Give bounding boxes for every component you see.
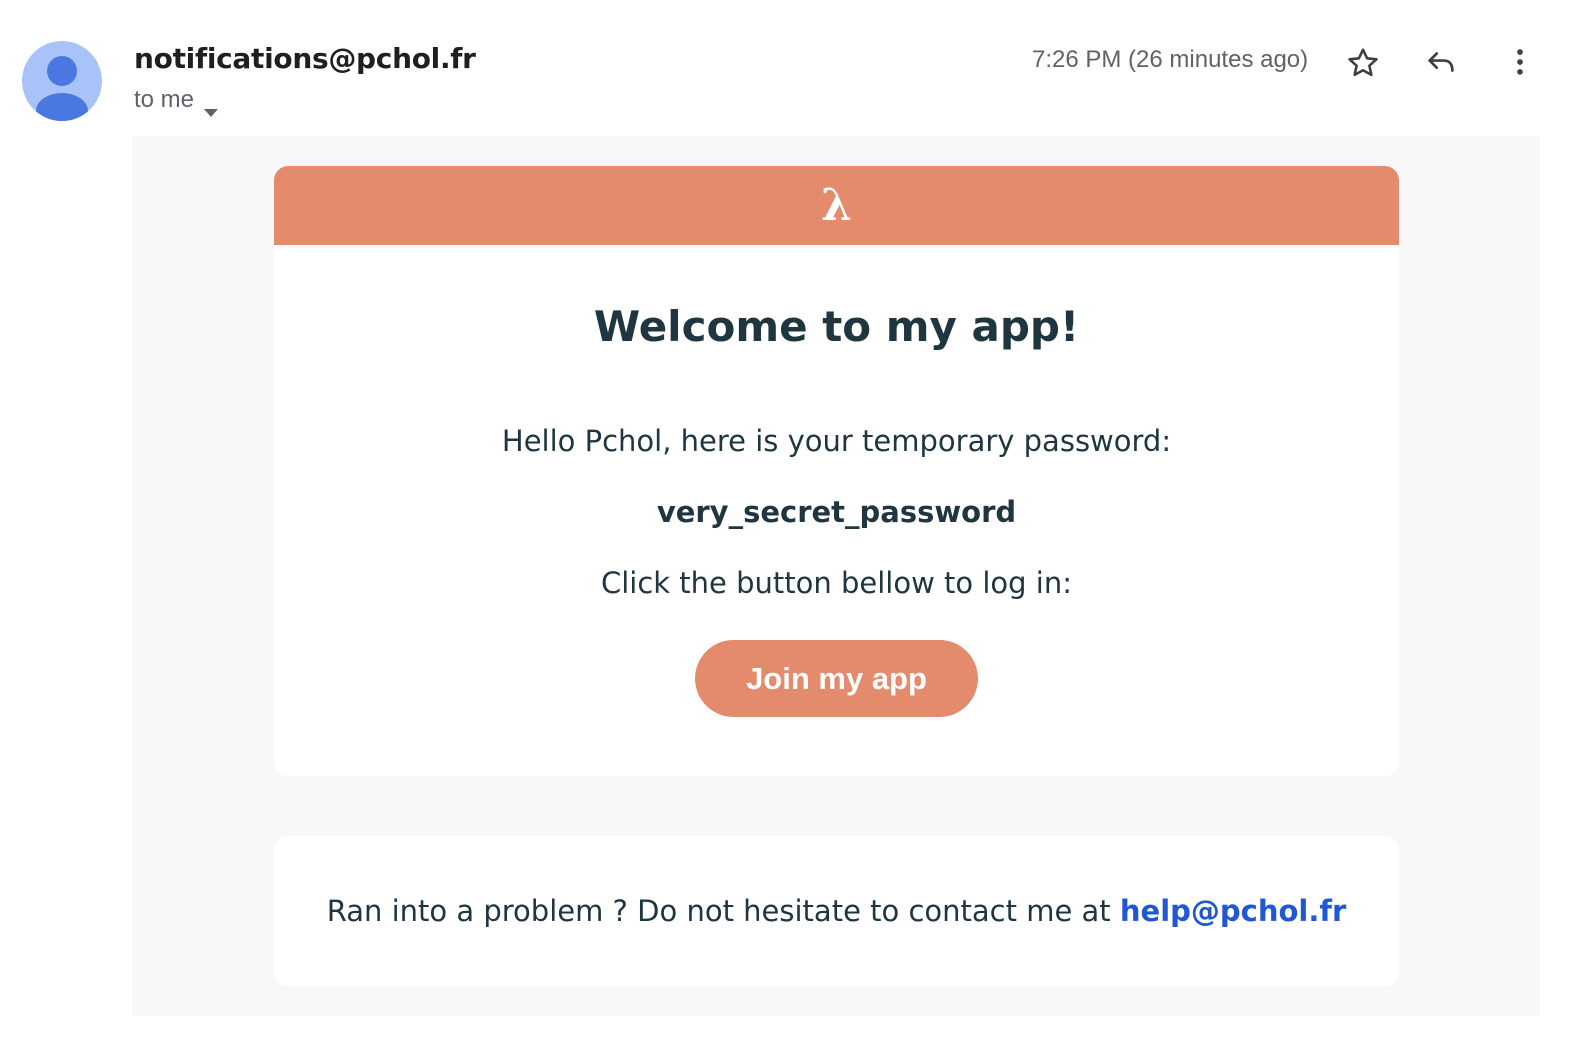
reply-button[interactable] (1419, 40, 1463, 84)
more-vert-icon (1517, 49, 1523, 75)
join-app-button[interactable]: Join my app (695, 640, 978, 717)
email-body: λ Welcome to my app! Hello Pchol, here i… (132, 136, 1540, 1016)
recipient-details-toggle[interactable]: to me (134, 86, 219, 117)
recipient-label: to me (134, 86, 195, 113)
avatar-icon[interactable] (22, 41, 102, 121)
welcome-title: Welcome to my app! (593, 302, 1080, 351)
login-instruction: Click the button bellow to log in: (600, 566, 1072, 600)
support-email-link[interactable]: help@pchol.fr (1120, 894, 1346, 928)
sender-email: notifications@pchol.fr (134, 42, 476, 75)
email-header: notifications@pchol.fr to me 7:26 PM (26… (0, 0, 1588, 136)
welcome-card: λ Welcome to my app! Hello Pchol, here i… (274, 166, 1399, 776)
support-text: Ran into a problem ? Do not hesitate to … (326, 894, 1111, 928)
support-message: Ran into a problem ? Do not hesitate to … (327, 894, 1347, 928)
temporary-password: very_secret_password (656, 495, 1017, 529)
star-button[interactable] (1341, 41, 1385, 85)
greeting-text: Hello Pchol, here is your temporary pass… (501, 424, 1172, 458)
support-card: Ran into a problem ? Do not hesitate to … (274, 836, 1399, 986)
reply-icon (1428, 52, 1454, 72)
lambda-logo: λ (821, 179, 852, 231)
chevron-down-icon (204, 96, 219, 117)
message-timestamp: 7:26 PM (26 minutes ago) (1032, 46, 1309, 73)
star-icon (1348, 48, 1378, 77)
brand-banner: λ (274, 166, 1399, 245)
more-options-button[interactable] (1498, 40, 1542, 84)
